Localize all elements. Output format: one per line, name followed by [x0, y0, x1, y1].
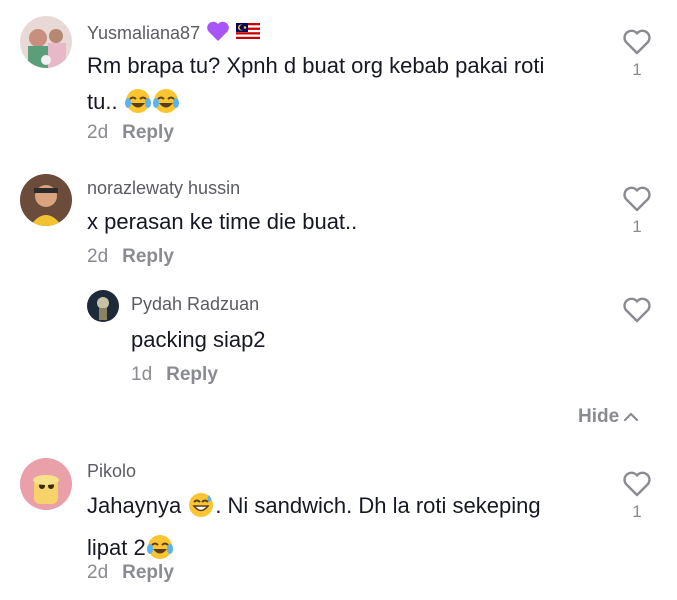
- heart-outline-icon: [623, 186, 651, 212]
- like-button[interactable]: 1: [617, 28, 657, 80]
- heart-outline-icon: [623, 297, 651, 323]
- like-button[interactable]: 1: [617, 185, 657, 237]
- comment-username[interactable]: norazlewaty hussin: [87, 178, 240, 199]
- face-with-tears-of-joy-icon: [124, 87, 152, 126]
- reply-meta: 1d Reply: [131, 364, 218, 386]
- heart-outline-icon: [623, 471, 651, 497]
- reply-button[interactable]: Reply: [166, 364, 218, 386]
- comment-timestamp: 2d: [87, 122, 109, 143]
- comment-text-line: Jahaynya . Ni sandwich. Dh la roti sekep…: [87, 488, 607, 530]
- hide-replies-button[interactable]: Hide: [578, 406, 639, 428]
- like-count: 1: [632, 60, 642, 79]
- heart-outline-icon: [623, 29, 651, 55]
- comment-timestamp: 2d: [87, 562, 109, 583]
- reply-avatar[interactable]: [87, 290, 119, 322]
- hide-label: Hide: [578, 406, 620, 427]
- comment-text-line: tu..: [87, 84, 597, 126]
- malaysia-flag-icon: [236, 23, 261, 44]
- like-count: 1: [632, 217, 642, 236]
- purple-heart-icon: [206, 20, 230, 47]
- grinning-face-with-sweat-icon: [187, 491, 215, 530]
- comment-timestamp: 2d: [87, 246, 109, 267]
- comment-meta: 2d Reply: [87, 246, 174, 268]
- face-with-tears-of-joy-icon: [152, 87, 180, 126]
- reply-button[interactable]: Reply: [122, 246, 174, 268]
- avatar[interactable]: [20, 16, 72, 68]
- chevron-up-icon: [624, 412, 639, 422]
- reply-button[interactable]: Reply: [122, 562, 174, 584]
- reply-text-line: packing siap2: [131, 327, 266, 352]
- avatar[interactable]: [20, 458, 72, 510]
- reply-username[interactable]: Pydah Radzuan: [131, 294, 259, 315]
- comment-username[interactable]: Pikolo: [87, 461, 136, 482]
- comment-username[interactable]: Yusmaliana87: [87, 23, 200, 44]
- comment-text-line: Rm brapa tu? Xpnh d buat org kebab pakai…: [87, 53, 545, 78]
- reply-button[interactable]: Reply: [122, 122, 174, 144]
- comment-meta: 2d Reply: [87, 562, 174, 584]
- like-button[interactable]: 1: [617, 470, 657, 522]
- reply-timestamp: 1d: [131, 364, 153, 385]
- like-count: 1: [632, 502, 642, 521]
- avatar[interactable]: [20, 174, 72, 226]
- comment-username-row: Yusmaliana87: [87, 20, 261, 47]
- like-button[interactable]: [617, 296, 657, 324]
- comment-meta: 2d Reply: [87, 122, 174, 144]
- comment-text-line: x perasan ke time die buat..: [87, 209, 358, 234]
